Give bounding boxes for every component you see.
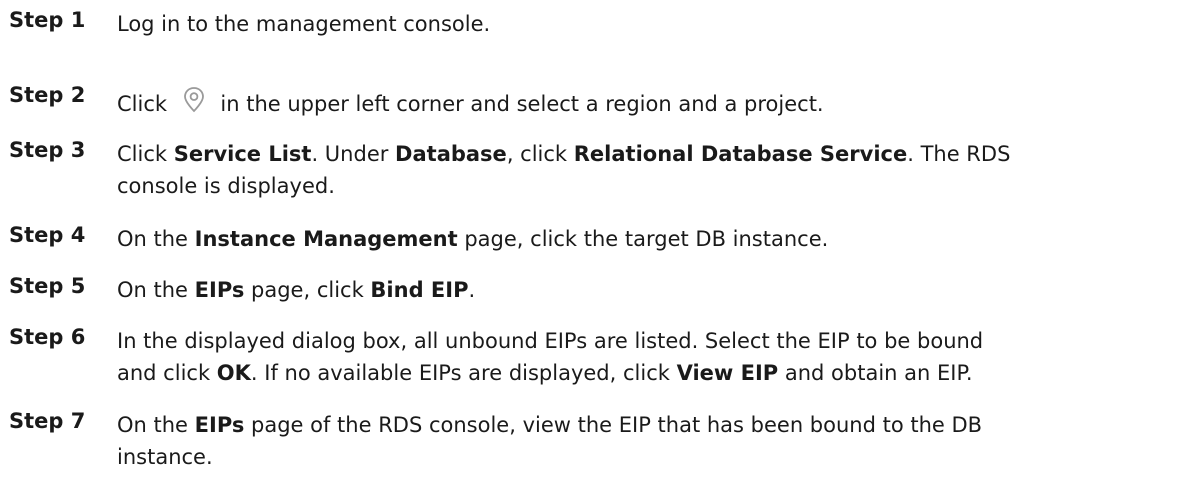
service-list-term: Service List [173, 142, 312, 166]
step-text: Click in the upper left corner and selec… [117, 83, 1167, 117]
text-run: page, click [244, 278, 371, 302]
rds-term: Relational Database Service [573, 142, 908, 166]
step-label: Step 3 [9, 138, 86, 162]
step-text: Click Service List. Under Database, clic… [117, 138, 1167, 202]
text-run: On the [117, 413, 195, 437]
step-2-text-post: in the upper left corner and select a re… [213, 92, 824, 116]
step-label: Step 5 [9, 274, 86, 298]
text-run: and click [117, 361, 217, 385]
step-text: On the EIPs page, click Bind EIP. [117, 274, 1167, 306]
text-run: console is displayed. [117, 174, 335, 198]
text-run: On the [117, 278, 195, 302]
step-text: In the displayed dialog box, all unbound… [117, 325, 1167, 389]
location-pin-icon [177, 83, 211, 117]
step-text: Log in to the management console. [117, 8, 1167, 40]
step-label: Step 1 [9, 8, 86, 32]
step-label: Step 4 [9, 223, 86, 247]
step-label: Step 2 [9, 83, 86, 107]
text-run: instance. [117, 445, 213, 469]
text-run: . Under [311, 142, 396, 166]
database-term: Database [395, 142, 507, 166]
eips-term: EIPs [194, 278, 245, 302]
bind-eip-term: Bind EIP [370, 278, 469, 302]
ok-term: OK [216, 361, 251, 385]
text-run: , click [506, 142, 574, 166]
text-run: . [468, 278, 476, 302]
step-2-text-pre: Click [117, 92, 174, 116]
text-run: On the [117, 227, 195, 251]
view-eip-term: View EIP [676, 361, 779, 385]
text-run: and obtain an EIP. [778, 361, 973, 385]
step-label: Step 7 [9, 409, 86, 433]
step-label: Step 6 [9, 325, 86, 349]
instance-management-term: Instance Management [194, 227, 458, 251]
step-text: On the EIPs page of the RDS console, vie… [117, 409, 1167, 473]
text-run: . The RDS [907, 142, 1011, 166]
text-run: . If no available EIPs are displayed, cl… [250, 361, 677, 385]
step-text: On the Instance Management page, click t… [117, 223, 1167, 255]
text-run: Click [117, 142, 174, 166]
text-run: page of the RDS console, view the EIP th… [244, 413, 983, 437]
eips-term: EIPs [194, 413, 245, 437]
text-run: In the displayed dialog box, all unbound… [117, 329, 984, 353]
step-1-text: Log in to the management console. [117, 12, 491, 36]
text-run: page, click the target DB instance. [457, 227, 829, 251]
